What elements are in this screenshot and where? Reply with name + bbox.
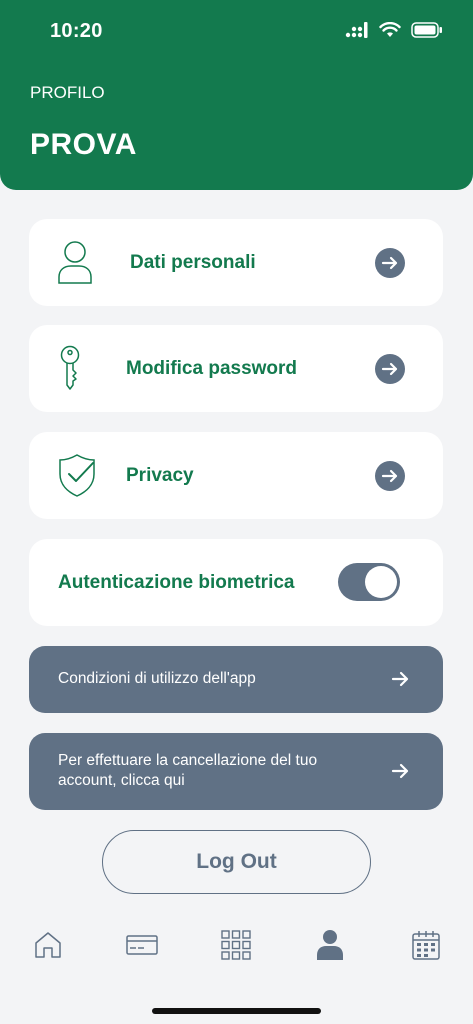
battery-icon xyxy=(411,22,442,38)
terms-link[interactable]: Condizioni di utilizzo dell'app xyxy=(29,646,443,713)
biometric-label: Autenticazione biometrica xyxy=(58,571,295,593)
status-time: 10:20 xyxy=(50,20,103,42)
arrow-right-icon[interactable] xyxy=(375,248,405,278)
page-label: PROFILO xyxy=(30,83,105,102)
tab-services[interactable] xyxy=(216,925,256,965)
biometric-toggle[interactable] xyxy=(338,563,400,601)
signal-icon xyxy=(345,22,368,38)
calendar-icon xyxy=(412,931,440,960)
home-icon xyxy=(35,932,61,958)
profile-icon xyxy=(317,930,343,960)
toggle-knob xyxy=(365,566,397,598)
logout-button[interactable]: Log Out xyxy=(102,830,371,894)
card-icon xyxy=(126,935,158,955)
key-icon xyxy=(60,345,80,390)
privacy-item[interactable]: Privacy xyxy=(29,432,443,519)
delete-account-link[interactable]: Per effettuare la cancellazione del tuo … xyxy=(29,733,443,810)
arrow-right-icon[interactable] xyxy=(375,461,405,491)
grid-icon xyxy=(221,930,251,960)
tab-calendar[interactable] xyxy=(406,925,446,965)
delete-account-line1: Per effettuare la cancellazione del tuo xyxy=(58,752,318,769)
user-icon xyxy=(58,241,92,284)
tab-profile[interactable] xyxy=(310,925,350,965)
biometric-item: Autenticazione biometrica xyxy=(29,539,443,626)
shield-check-icon xyxy=(59,454,95,497)
personal-data-item[interactable]: Dati personali xyxy=(29,219,443,306)
delete-account-line2: account, clicca qui xyxy=(58,772,185,789)
wifi-icon xyxy=(379,22,401,37)
home-indicator xyxy=(152,1008,321,1014)
arrow-right-icon xyxy=(391,671,409,687)
terms-label: Condizioni di utilizzo dell'app xyxy=(58,670,256,687)
change-password-item[interactable]: Modifica password xyxy=(29,325,443,412)
tab-home[interactable] xyxy=(28,925,68,965)
page-title: PROVA xyxy=(30,128,137,161)
profile-header: 10:20 PROFILO PROVA xyxy=(0,0,473,190)
privacy-label: Privacy xyxy=(126,464,194,486)
arrow-right-icon[interactable] xyxy=(375,354,405,384)
status-icons xyxy=(345,22,443,38)
arrow-right-icon xyxy=(391,763,409,779)
tab-bar xyxy=(0,925,473,970)
tab-card[interactable] xyxy=(122,925,162,965)
change-password-label: Modifica password xyxy=(126,357,298,379)
delete-account-label: Per effettuare la cancellazione del tuo … xyxy=(58,751,317,791)
personal-data-label: Dati personali xyxy=(130,251,256,273)
